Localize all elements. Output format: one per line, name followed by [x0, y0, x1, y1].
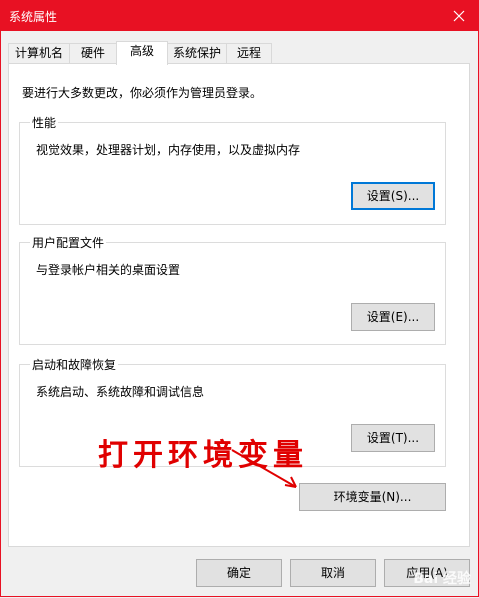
cancel-button[interactable]: 取消	[290, 559, 376, 587]
startup-recovery-settings-button[interactable]: 设置(T)...	[351, 424, 435, 452]
startup-recovery-desc: 系统启动、系统故障和调试信息	[36, 385, 205, 399]
tab-system-protection[interactable]: 系统保护	[167, 43, 227, 63]
tab-hardware[interactable]: 硬件	[69, 43, 117, 63]
close-button[interactable]	[439, 0, 479, 31]
tab-advanced[interactable]: 高级	[116, 41, 168, 65]
watermark: Bai 经验	[413, 571, 471, 587]
tab-remote[interactable]: 远程	[226, 43, 272, 63]
admin-notice: 要进行大多数更改，你必须作为管理员登录。	[22, 86, 263, 100]
user-profiles-desc: 与登录帐户相关的桌面设置	[36, 263, 181, 277]
startup-recovery-label: 启动和故障恢复	[30, 356, 119, 373]
tab-computer-name[interactable]: 计算机名	[8, 43, 70, 63]
user-profiles-label: 用户配置文件	[30, 234, 107, 251]
ok-button[interactable]: 确定	[196, 559, 282, 587]
annotation-arrow-icon	[231, 449, 297, 488]
close-icon	[453, 10, 465, 21]
performance-settings-button[interactable]: 设置(S)...	[351, 182, 435, 210]
user-profiles-settings-button[interactable]: 设置(E)...	[351, 303, 435, 331]
environment-variables-button[interactable]: 环境变量(N)...	[299, 483, 446, 511]
performance-label: 性能	[30, 114, 59, 131]
title-bar: 系统属性	[0, 0, 479, 31]
performance-desc: 视觉效果，处理器计划，内存使用，以及虚拟内存	[36, 143, 301, 157]
window-title: 系统属性	[9, 10, 58, 24]
